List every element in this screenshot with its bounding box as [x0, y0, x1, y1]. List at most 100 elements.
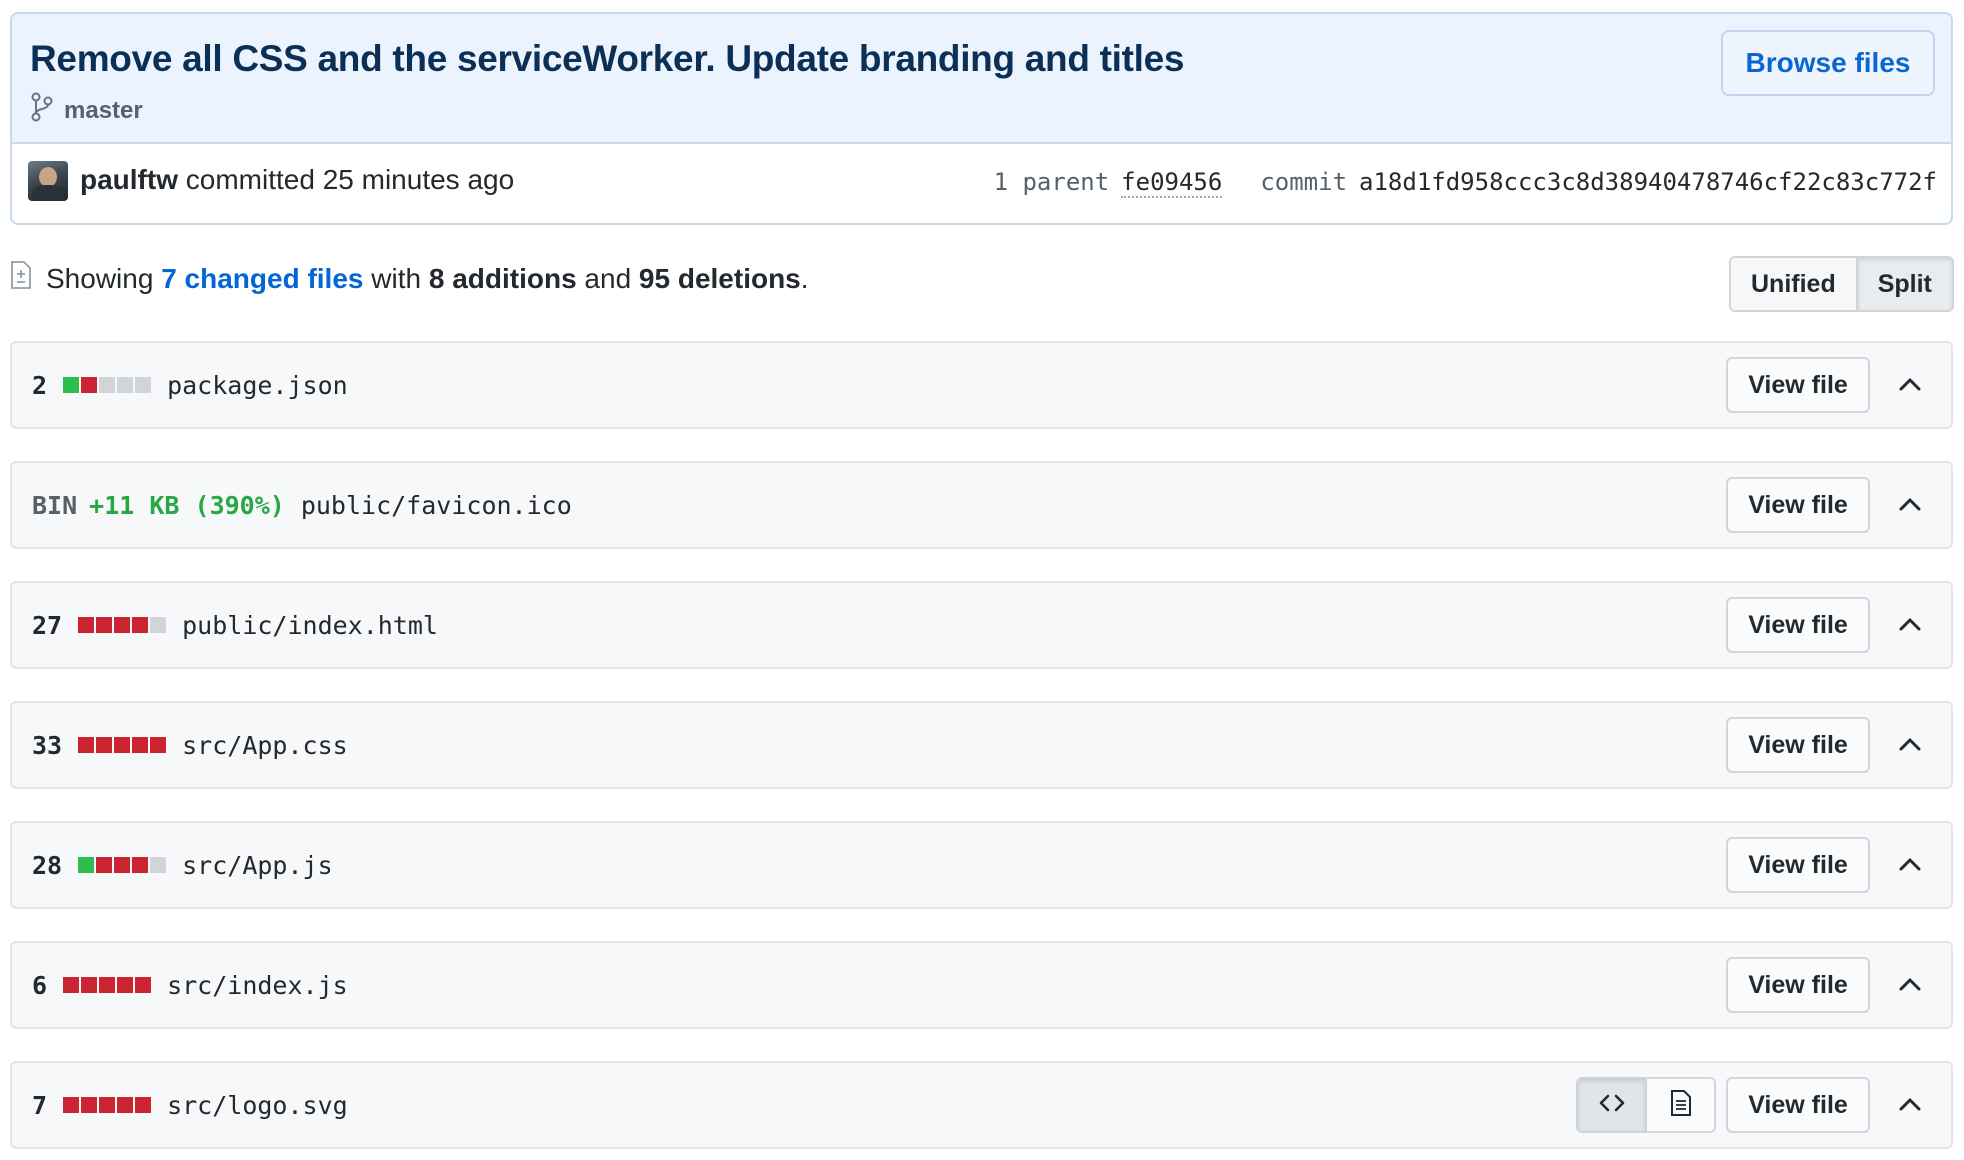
- change-count: 7: [32, 1090, 48, 1120]
- chevron-up-icon: [1898, 976, 1922, 997]
- change-count: 2: [32, 370, 48, 400]
- diffstat-bar: [63, 977, 152, 993]
- file-row: 2 package.json View file: [10, 341, 1953, 429]
- file-path-link[interactable]: package.json: [167, 371, 348, 400]
- file-row: 27 public/index.html View file: [10, 581, 1953, 669]
- diffstat-block-del: [63, 977, 80, 993]
- unified-button[interactable]: Unified: [1731, 258, 1856, 310]
- additions-count: 8 additions: [428, 262, 577, 294]
- commit-header: Remove all CSS and the serviceWorker. Up…: [10, 12, 1953, 225]
- file-info: 7 src/logo.svg: [32, 1063, 348, 1147]
- diffstat-block-del: [96, 737, 113, 753]
- collapse-file-button[interactable]: [1897, 493, 1923, 519]
- diffstat-block-neu: [150, 857, 167, 873]
- view-file-button[interactable]: View file: [1726, 837, 1870, 893]
- deletions-count: 95 deletions: [638, 262, 801, 294]
- diffstat-block-del: [78, 737, 95, 753]
- diffstat-bar: [78, 617, 167, 633]
- author-link[interactable]: paulftw: [80, 164, 178, 195]
- file-info: 2 package.json: [32, 343, 348, 427]
- browse-files-button[interactable]: Browse files: [1721, 30, 1935, 96]
- diffstat-block-del: [96, 857, 113, 873]
- file-row: 7 src/logo.svg View file: [10, 1061, 1953, 1149]
- git-branch-icon: [30, 92, 54, 129]
- view-file-button[interactable]: View file: [1726, 597, 1870, 653]
- file-info: 6 src/index.js: [32, 943, 348, 1027]
- summary-and: and: [584, 262, 632, 294]
- diffstat-block-del: [150, 737, 167, 753]
- view-file-button[interactable]: View file: [1726, 1077, 1870, 1133]
- diffstat-block-del: [132, 737, 149, 753]
- commit-meta-bar: paulftw committed 25 minutes ago 1 paren…: [12, 144, 1951, 223]
- file-row: BIN +11 KB (390%) public/favicon.ico View f…: [10, 461, 1953, 549]
- author-avatar[interactable]: [28, 161, 68, 201]
- commit-sha: a18d1fd958ccc3c8d38940478746cf22c83c772f: [1359, 168, 1937, 196]
- diffstat-block-add: [78, 857, 95, 873]
- summary-period: .: [800, 262, 809, 294]
- file-info: BIN +11 KB (390%) public/favicon.ico: [32, 463, 572, 547]
- file-path-link[interactable]: src/App.js: [182, 851, 333, 880]
- chevron-up-icon: [1898, 1096, 1922, 1117]
- file-path-link[interactable]: public/index.html: [182, 611, 438, 640]
- binary-size-delta: +11 KB (390%): [89, 490, 285, 520]
- file-diff-icon: [10, 260, 32, 297]
- commit-title: Remove all CSS and the serviceWorker. Up…: [30, 38, 1185, 79]
- view-file-button[interactable]: View file: [1726, 477, 1870, 533]
- file-path-link[interactable]: public/favicon.ico: [301, 491, 572, 520]
- changed-files-link[interactable]: 7 changed files: [161, 263, 363, 294]
- view-file-button[interactable]: View file: [1726, 957, 1870, 1013]
- change-count: 27: [32, 610, 63, 640]
- branch-link[interactable]: master: [64, 97, 143, 125]
- chevron-up-icon: [1898, 856, 1922, 877]
- view-file-button[interactable]: View file: [1726, 357, 1870, 413]
- diffstat-block-add: [63, 377, 80, 393]
- diffstat-bar: [63, 1097, 152, 1113]
- display-rich-diff-button[interactable]: [1647, 1079, 1714, 1131]
- split-button[interactable]: Split: [1855, 258, 1952, 310]
- diffstat-block-del: [81, 377, 98, 393]
- file-info: 27 public/index.html: [32, 583, 438, 667]
- file-row: 6 src/index.js View file: [10, 941, 1953, 1029]
- chevron-up-icon: [1898, 496, 1922, 517]
- commit-meta: paulftw committed 25 minutes ago: [80, 164, 514, 196]
- diffstat-block-neu: [117, 377, 134, 393]
- collapse-file-button[interactable]: [1897, 1093, 1923, 1119]
- commit-label: commit: [1260, 168, 1348, 196]
- diffstat-block-del: [96, 617, 113, 633]
- collapse-file-button[interactable]: [1897, 733, 1923, 759]
- collapse-file-button[interactable]: [1897, 973, 1923, 999]
- diffstat-block-del: [132, 857, 149, 873]
- file-path-link[interactable]: src/App.css: [182, 731, 348, 760]
- collapse-file-button[interactable]: [1897, 613, 1923, 639]
- parent-label: 1 parent: [993, 168, 1110, 196]
- diffstat-block-neu: [150, 617, 167, 633]
- collapse-file-button[interactable]: [1897, 373, 1923, 399]
- branch-indicator: master: [30, 92, 143, 129]
- diffstat-block-del: [135, 977, 152, 993]
- diffstat-block-del: [81, 1097, 98, 1113]
- diff-view-toggle: Unified Split: [1729, 256, 1954, 312]
- change-count: 28: [32, 850, 63, 880]
- summary-with: with: [371, 262, 422, 294]
- change-count: 33: [32, 730, 63, 760]
- display-source-button[interactable]: [1578, 1079, 1647, 1131]
- diffstat-block-del: [81, 977, 98, 993]
- commit-title-bar: Remove all CSS and the serviceWorker. Up…: [12, 14, 1951, 144]
- commit-time: committed 25 minutes ago: [185, 164, 515, 195]
- code-icon: [1597, 1088, 1627, 1123]
- collapse-file-button[interactable]: [1897, 853, 1923, 879]
- diffstat-block-del: [99, 977, 116, 993]
- view-file-button[interactable]: View file: [1726, 717, 1870, 773]
- parent-sha-link[interactable]: fe09456: [1121, 168, 1223, 198]
- chevron-up-icon: [1898, 616, 1922, 637]
- diffstat-block-del: [135, 1097, 152, 1113]
- summary-prefix: Showing: [46, 262, 154, 294]
- file-path-link[interactable]: src/index.js: [167, 971, 348, 1000]
- file-path-link[interactable]: src/logo.svg: [167, 1091, 348, 1120]
- file-row: 33 src/App.css View file: [10, 701, 1953, 789]
- diffstat-block-del: [99, 1097, 116, 1113]
- diffstat-block-del: [117, 1097, 134, 1113]
- diffstat-block-del: [63, 1097, 80, 1113]
- file-row: 28 src/App.js View file: [10, 821, 1953, 909]
- diffstat-bar: [78, 737, 167, 753]
